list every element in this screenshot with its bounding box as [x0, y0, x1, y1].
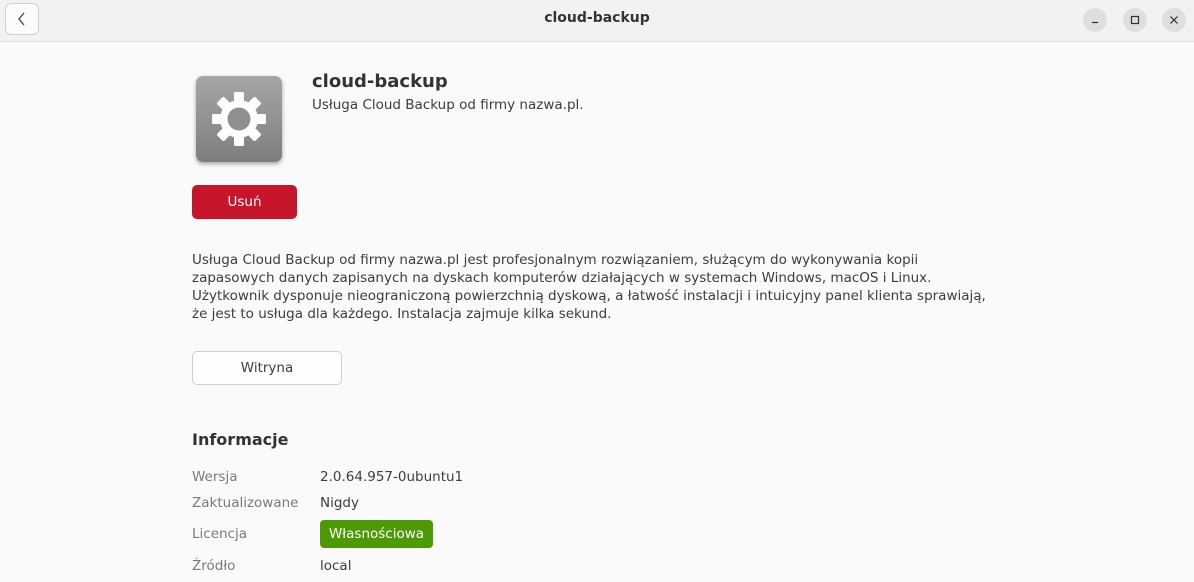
- updated-value: Nigdy: [320, 495, 359, 511]
- updated-label: Zaktualizowane: [192, 495, 299, 511]
- website-button[interactable]: Witryna: [192, 351, 342, 385]
- source-value: local: [320, 558, 352, 574]
- maximize-button[interactable]: [1123, 8, 1147, 32]
- remove-button[interactable]: Usuń: [192, 185, 297, 219]
- header-bar: cloud-backup: [0, 0, 1194, 42]
- close-button[interactable]: [1162, 8, 1186, 32]
- app-icon: [196, 76, 282, 162]
- minimize-icon: [1092, 21, 1098, 24]
- window-title: cloud-backup: [544, 10, 650, 26]
- app-name: cloud-backup: [312, 71, 448, 92]
- maximize-icon: [1130, 15, 1140, 25]
- version-label: Wersja: [192, 469, 238, 485]
- app-description: Usługa Cloud Backup od firmy nazwa.pl je…: [192, 252, 986, 322]
- license-label: Licencja: [192, 526, 248, 542]
- minimize-button[interactable]: [1083, 8, 1107, 32]
- close-icon: [1170, 16, 1178, 24]
- info-heading: Informacje: [192, 430, 289, 449]
- source-label: Źródło: [192, 558, 236, 574]
- version-value: 2.0.64.957-0ubuntu1: [320, 469, 464, 485]
- app-summary: Usługa Cloud Backup od firmy nazwa.pl.: [312, 97, 584, 113]
- license-badge[interactable]: Własnościowa: [320, 520, 433, 548]
- gear-icon: [212, 92, 266, 146]
